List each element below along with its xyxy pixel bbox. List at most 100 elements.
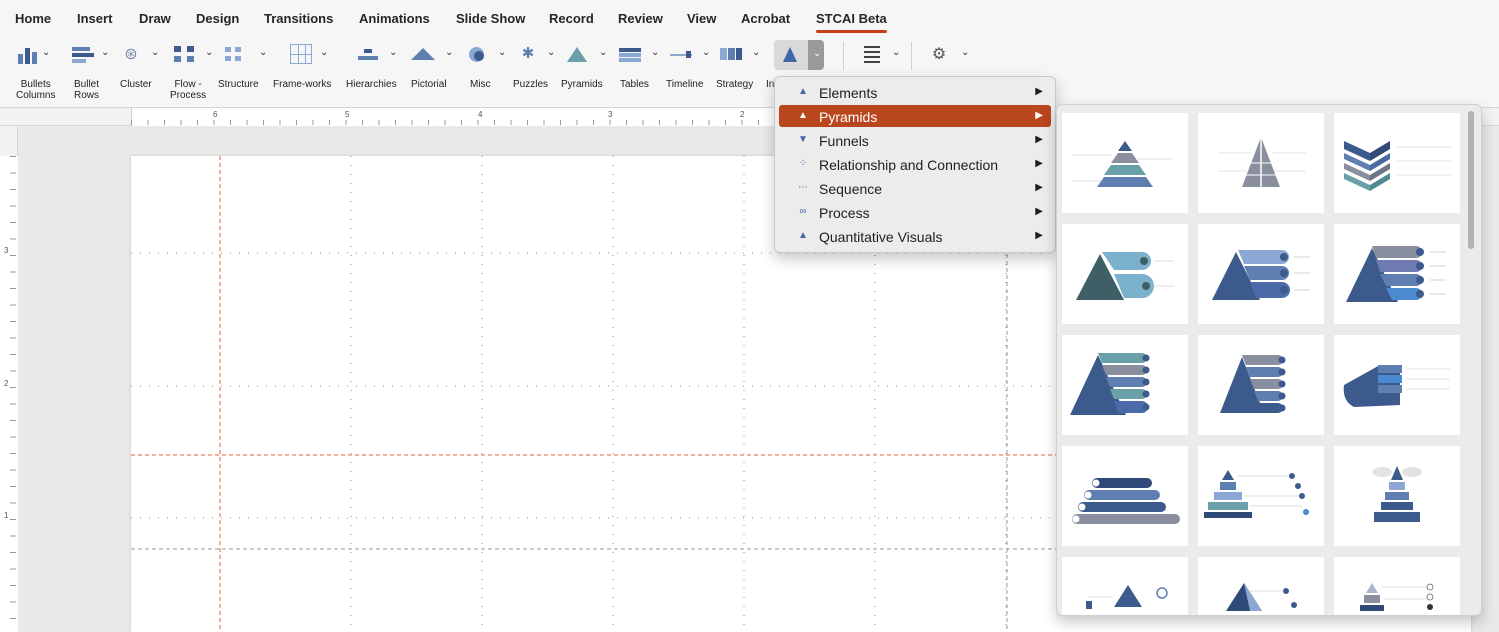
chevron-down-icon[interactable]: ⌄ [205,47,213,58]
chevron-down-icon[interactable]: ⌄ [445,47,453,58]
ribbon-label-frameworks[interactable]: Frame-works [273,79,331,90]
submenu-arrow-icon: ▶ [1035,182,1043,193]
frameworks-icon[interactable] [290,44,312,64]
tab-slide-show[interactable]: Slide Show [456,11,525,26]
pictorial-icon[interactable] [411,44,435,64]
tab-record[interactable]: Record [549,11,594,26]
hierarchies-icon[interactable] [357,44,379,64]
ruler-number: 6 [213,110,218,119]
menu-item-relationship-and-connection[interactable]: ⁘ Relationship and Connection ▶ [779,153,1051,175]
ribbon-label-puzzles[interactable]: Puzzles [513,79,548,90]
chevron-down-icon[interactable]: ⌄ [892,47,900,58]
pyramid-template-thumbnail[interactable] [1198,335,1324,435]
pyramid-template-thumbnail[interactable] [1198,113,1324,213]
vertical-ruler: 3 2 1 [0,126,18,632]
tab-animations[interactable]: Animations [359,11,430,26]
submenu-arrow-icon: ▶ [1035,158,1043,169]
menu-item-label: Quantitative Visuals [819,229,943,245]
submenu-arrow-icon: ▶ [1035,134,1043,145]
pyramid-template-thumbnail[interactable] [1062,113,1188,213]
pyramid-template-thumbnail[interactable] [1334,335,1460,435]
chevron-down-icon[interactable]: ⌄ [42,47,50,58]
chevron-down-icon[interactable]: ⌄ [151,47,159,58]
chevron-down-icon[interactable]: ⌄ [599,47,607,58]
flow-process-icon[interactable] [174,44,196,64]
ribbon-label-structure[interactable]: Structure [218,79,259,90]
tab-draw[interactable]: Draw [139,11,171,26]
tab-review[interactable]: Review [618,11,663,26]
ruler-number: 3 [608,110,613,119]
pyramid-template-thumbnail[interactable] [1198,557,1324,615]
tables-icon[interactable] [619,44,641,64]
menu-item-label: Pyramids [819,109,878,125]
chevron-down-icon[interactable]: ⌄ [259,47,267,58]
funnel-icon: ▼ [798,134,808,145]
chevron-down-icon[interactable]: ⌄ [813,48,821,59]
pyramids-icon[interactable] [566,44,588,64]
tab-stcai-beta[interactable]: STCAI Beta [816,11,887,33]
chevron-down-icon[interactable]: ⌄ [547,47,555,58]
ribbon-label-flow-process[interactable]: Flow - Process [170,79,206,101]
pyramid-template-thumbnail[interactable] [1062,446,1188,546]
ribbon-label-strategy[interactable]: Strategy [716,79,753,90]
pyramid-template-thumbnail[interactable] [1334,224,1460,324]
cluster-icon[interactable]: ⊛ [120,44,142,64]
menu-item-elements[interactable]: ▲ Elements ▶ [779,81,1051,103]
menu-item-label: Process [819,205,870,221]
pyramid-template-thumbnail[interactable] [1062,335,1188,435]
gear-icon[interactable]: ⚙ [928,44,950,64]
ruler-number: 4 [478,110,483,119]
ribbon-separator [843,42,844,70]
menu-item-label: Elements [819,85,878,101]
menu-item-quantitative-visuals[interactable]: ▲ Quantitative Visuals ▶ [779,225,1051,247]
bullet-rows-icon[interactable] [72,44,94,64]
chevron-down-icon[interactable]: ⌄ [498,47,506,58]
pyramid-template-thumbnail[interactable] [1198,446,1324,546]
ribbon-label-tables[interactable]: Tables [620,79,649,90]
structure-icon[interactable] [225,44,247,64]
chevron-down-icon[interactable]: ⌄ [389,47,397,58]
submenu-arrow-icon: ▶ [1035,206,1043,217]
menu-item-process[interactable]: ∞ Process ▶ [779,201,1051,223]
ribbon-label-hierarchies[interactable]: Hierarchies [346,79,397,90]
ribbon-label-pictorial[interactable]: Pictorial [411,79,447,90]
ribbon-label-cluster[interactable]: Cluster [120,79,152,90]
menu-item-label: Sequence [819,181,883,197]
pyramid-template-thumbnail[interactable] [1062,557,1188,615]
ribbon-label-bullet-rows[interactable]: Bullet Rows [74,79,99,101]
pyramid-template-thumbnail[interactable] [1334,446,1460,546]
infographics-icon[interactable] [780,45,802,65]
timeline-icon[interactable] [670,44,692,64]
tab-insert[interactable]: Insert [77,11,112,26]
ribbon-label-pyramids[interactable]: Pyramids [561,79,603,90]
menu-item-sequence[interactable]: ⋯ Sequence ▶ [779,177,1051,199]
chevron-down-icon[interactable]: ⌄ [752,47,760,58]
gallery-scrollbar-thumb[interactable] [1468,111,1474,249]
chevron-down-icon[interactable]: ⌄ [961,47,969,58]
pyramid-template-thumbnail[interactable] [1062,224,1188,324]
chevron-down-icon[interactable]: ⌄ [651,47,659,58]
ribbon: ⌄ ⌄ ⊛ ⌄ ⌄ ⌄ ⌄ ⌄ ⌄ ⌄ ✱ ⌄ ⌄ ⌄ ⌄ ⌄ ⌄ ⌄ ⚙ ⌄ … [0,34,1499,108]
ribbon-label-misc[interactable]: Misc [470,79,491,90]
menu-item-funnels[interactable]: ▼ Funnels ▶ [779,129,1051,151]
chevron-down-icon[interactable]: ⌄ [101,47,109,58]
tab-view[interactable]: View [687,11,716,26]
bullets-columns-icon[interactable] [16,44,38,64]
menu-item-pyramids[interactable]: ▲ Pyramids ▶ [779,105,1051,127]
ribbon-label-bullets-columns[interactable]: Bullets Columns [16,79,55,101]
tab-transitions[interactable]: Transitions [264,11,333,26]
pyramid-template-thumbnail[interactable] [1334,557,1460,615]
ribbon-label-timeline[interactable]: Timeline [666,79,703,90]
strategy-icon[interactable] [720,44,742,64]
pyramid-template-thumbnail[interactable] [1334,113,1460,213]
misc-icon[interactable] [466,44,488,64]
tab-design[interactable]: Design [196,11,239,26]
chevron-down-icon[interactable]: ⌄ [320,47,328,58]
tab-home[interactable]: Home [15,11,51,26]
ruler-number: 1 [4,511,9,520]
list-icon[interactable] [862,44,884,64]
chevron-down-icon[interactable]: ⌄ [702,47,710,58]
tab-acrobat[interactable]: Acrobat [741,11,790,26]
puzzles-icon[interactable]: ✱ [517,44,539,64]
pyramid-template-thumbnail[interactable] [1198,224,1324,324]
